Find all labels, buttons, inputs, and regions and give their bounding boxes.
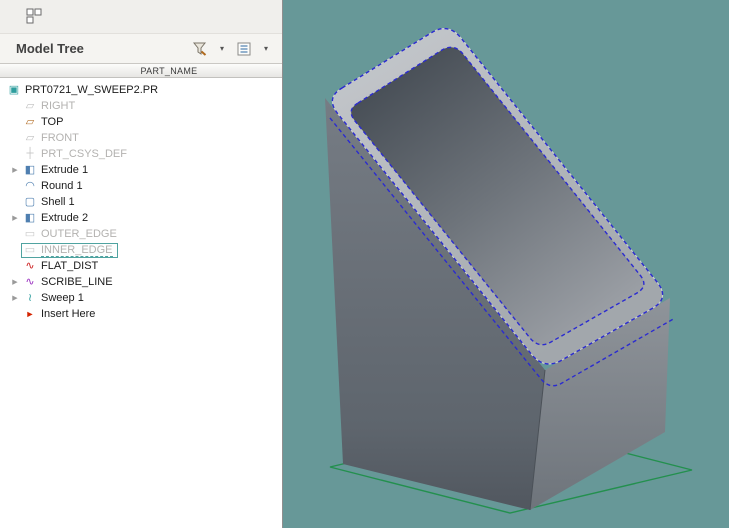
tree-filters-dropdown[interactable]: ▾ [212,38,232,60]
tree-item[interactable]: ∿ FLAT_DIST [0,258,282,274]
view-list-icon [237,42,251,55]
tree-item[interactable]: ▱ FRONT [0,130,282,146]
tree-item[interactable]: ▱ TOP [0,114,282,130]
edge-curve-icon: ▭ [24,227,36,240]
tree-item-box: ► Insert Here [21,307,100,321]
tree-item-box: ◧ Extrude 2 [21,211,93,225]
model-tree-header: Model Tree ▾ ▾ [0,34,282,64]
tree-item-box: ▱ FRONT [21,131,84,145]
curve-red-icon: ∿ [25,259,35,272]
tree-item-box: ◧ Extrude 1 [21,163,93,177]
tree-item-box: ≀ Sweep 1 [21,291,89,305]
expand-arrow-icon[interactable]: ▶ [9,166,21,174]
tree-item-box: ┼ PRT_CSYS_DEF [21,147,132,161]
model-tree-header-buttons: ▾ ▾ [189,38,276,60]
application-window: Model Tree ▾ ▾ PART_NAME ▣ PRT0721_W_SWE… [0,0,729,528]
navigator-grid-icon [26,8,42,23]
extrude-icon: ◧ [24,163,36,176]
tree-item-label: Extrude 1 [41,164,89,176]
tree-item-label: Extrude 2 [41,212,89,224]
curve-purple-icon: ∿ [25,275,35,288]
tree-item[interactable]: ▶ ◧ Extrude 1 [0,162,282,178]
tree-item-label: FRONT [41,132,79,144]
shell-icon: ▢ [24,195,36,208]
tree-item[interactable]: ▣ PRT0721_W_SWEEP2.PR [0,82,282,98]
tree-item[interactable]: ► Insert Here [0,306,282,322]
navigator-toolbar [0,0,282,34]
tree-item-box: ◠ Round 1 [21,179,88,193]
insert-here-icon: ► [25,308,35,319]
3d-scene[interactable] [283,0,729,528]
tree-columns-dropdown[interactable]: ▾ [256,38,276,60]
tree-item-box: ▣ PRT0721_W_SWEEP2.PR [5,83,163,97]
datum-plane-top-icon: ▱ [25,115,35,128]
csys-icon: ┼ [26,148,34,159]
tree-item-box: ▱ RIGHT [21,99,80,113]
graphics-viewport[interactable] [283,0,729,528]
tree-item-label: TOP [41,116,64,128]
sweep-icon: ≀ [27,291,33,304]
column-header-label: PART_NAME [140,65,198,76]
tree-item-label: RIGHT [41,100,76,112]
tree-item-label: OUTER_EDGE [41,228,117,240]
tree-filters-button[interactable] [189,38,211,60]
tree-item[interactable]: ▭ INNER_EDGE [0,242,282,258]
tree-item-label: Round 1 [41,180,83,192]
tree-item[interactable]: ▶ ∿ SCRIBE_LINE [0,274,282,290]
tree-columns-button[interactable] [233,38,255,60]
tree-item-label: Insert Here [41,308,96,320]
column-header-part-name[interactable]: PART_NAME [0,64,282,78]
expand-arrow-icon[interactable]: ▶ [9,294,21,302]
tree-item-label: PRT0721_W_SWEEP2.PR [25,84,159,96]
round-icon: ◠ [25,179,35,192]
tree-item-box: ▭ INNER_EDGE [21,242,118,258]
model-tree-panel: Model Tree ▾ ▾ PART_NAME ▣ PRT0721_W_SWE… [0,0,283,528]
expand-arrow-icon[interactable]: ▶ [9,278,21,286]
tree-item-label: Sweep 1 [41,292,84,304]
part-icon: ▣ [8,83,20,96]
tree-item[interactable]: ▢ Shell 1 [0,194,282,210]
tree-item[interactable]: ▶ ≀ Sweep 1 [0,290,282,306]
tree-item-box: ∿ FLAT_DIST [21,259,103,273]
tree-item[interactable]: ▶ ◧ Extrude 2 [0,210,282,226]
tree-item[interactable]: ┼ PRT_CSYS_DEF [0,146,282,162]
tree-item-label: FLAT_DIST [41,260,99,272]
tree-item-label: PRT_CSYS_DEF [41,148,127,160]
model-tree: ▣ PRT0721_W_SWEEP2.PR ▱ RIGHT ▱ TOP ▱ FR… [0,78,282,528]
expand-arrow-icon[interactable]: ▶ [9,214,21,222]
settings-filter-icon [192,42,207,56]
tree-item-label: SCRIBE_LINE [41,276,113,288]
extrude-icon: ◧ [24,211,36,224]
datum-plane-icon: ▱ [25,99,35,112]
tree-item-box: ▭ OUTER_EDGE [21,227,122,241]
tree-item-box: ▱ TOP [21,115,68,129]
tree-item-box: ∿ SCRIBE_LINE [21,275,118,289]
datum-plane-icon: ▱ [25,131,35,144]
edge-curve-icon: ▭ [24,243,36,256]
tree-item[interactable]: ▱ RIGHT [0,98,282,114]
navigator-toggle-button[interactable] [24,7,44,27]
tree-item-label: Shell 1 [41,196,75,208]
tree-item[interactable]: ◠ Round 1 [0,178,282,194]
tree-item-box: ▢ Shell 1 [21,195,80,209]
panel-title: Model Tree [16,41,84,56]
tree-item-label: INNER_EDGE [41,243,113,257]
tree-item[interactable]: ▭ OUTER_EDGE [0,226,282,242]
